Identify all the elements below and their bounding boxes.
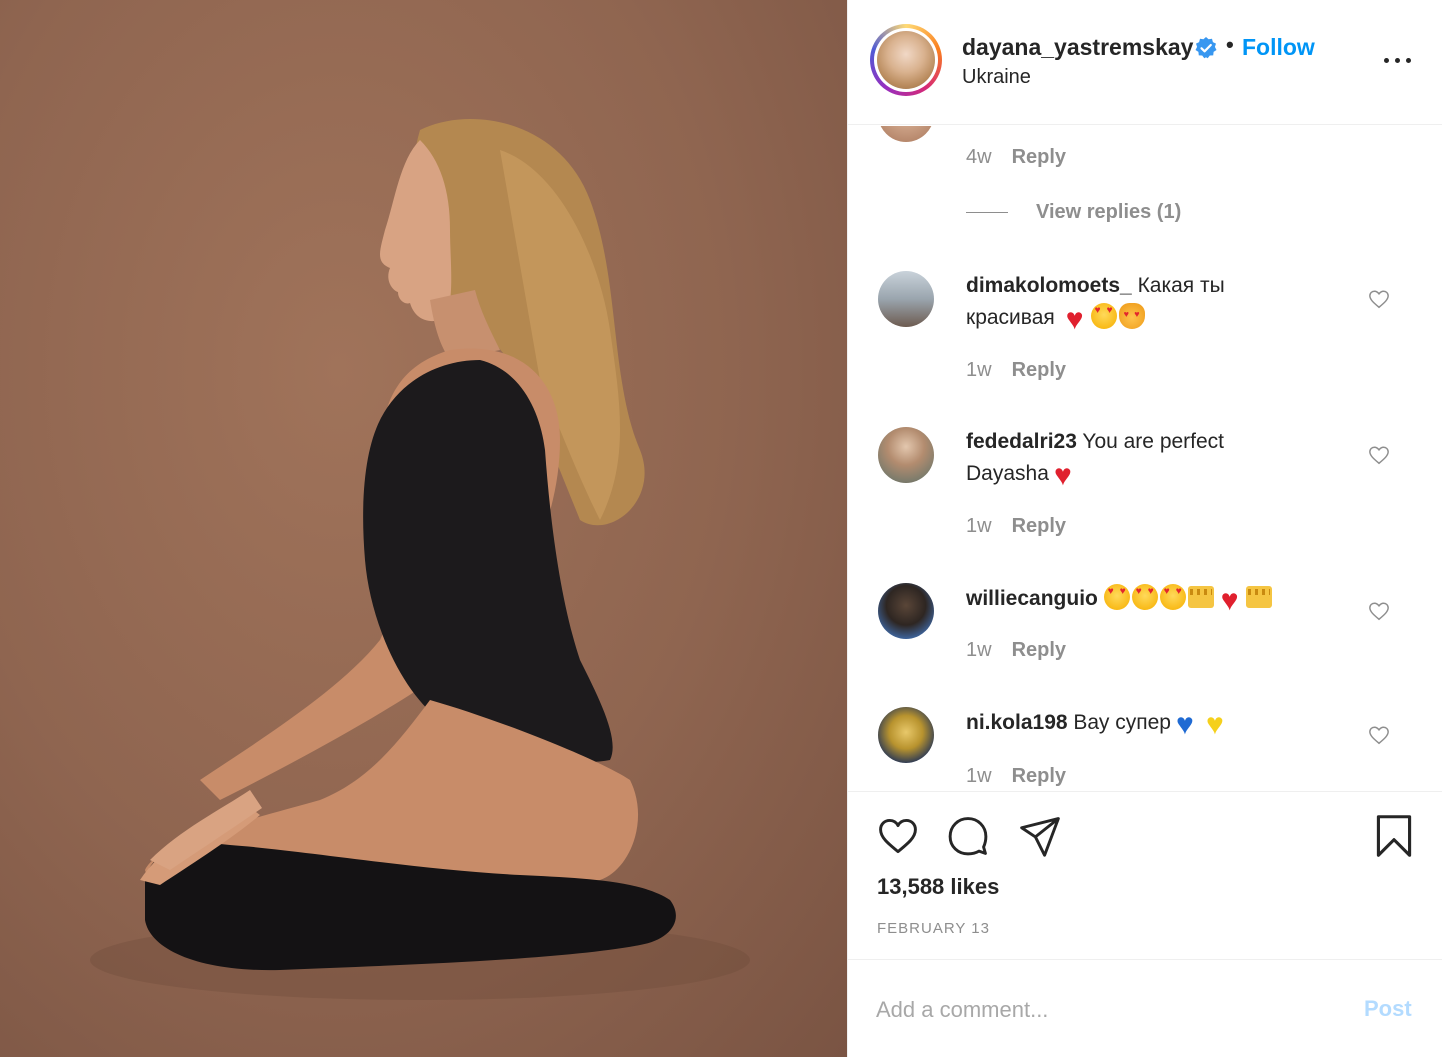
reply-button[interactable]: Reply (1012, 359, 1066, 381)
comment-text: ni.kola198 Вау супер ♥ ♥ (966, 707, 1286, 741)
commenter-avatar[interactable] (878, 271, 934, 327)
likes-count[interactable]: 13,588 likes (877, 874, 999, 900)
share-send-icon[interactable] (1018, 814, 1062, 858)
author-avatar[interactable] (870, 24, 942, 96)
heart-eyes-emoji (1103, 584, 1130, 610)
comment-age: 4w (966, 146, 992, 168)
yellow-heart-emoji: ♥ (1206, 708, 1224, 741)
more-options-icon[interactable] (1380, 44, 1416, 74)
heart-eyes-emoji (1131, 584, 1158, 610)
post-location[interactable]: Ukraine (962, 66, 1031, 89)
heart-eyes-emoji (1090, 303, 1117, 329)
commenter-username[interactable]: williecanguio (966, 587, 1098, 610)
reply-button[interactable]: Reply (1012, 146, 1066, 168)
comment-meta: 1w Reply (966, 359, 1066, 382)
comment-text: williecanguio ♥ (966, 583, 1346, 617)
commenter-avatar[interactable] (878, 126, 934, 142)
comment-bubble-icon[interactable] (946, 814, 990, 858)
heart-eyes-cat-emoji (1118, 303, 1145, 329)
comment-meta: 1w Reply (966, 515, 1066, 538)
red-heart-emoji: ♥ (1065, 303, 1084, 336)
comment-age: 1w (966, 765, 992, 787)
crown-emoji (1187, 586, 1214, 608)
commenter-username[interactable]: fededalri23 (966, 430, 1077, 453)
like-comment-heart-icon[interactable] (1368, 600, 1390, 622)
comment-meta: 1w Reply (966, 639, 1066, 662)
post-date[interactable]: FEBRUARY 13 (877, 920, 990, 937)
red-heart-emoji: ♥ (1053, 459, 1072, 492)
add-comment-input[interactable] (876, 990, 1346, 1030)
post-photo[interactable] (0, 0, 847, 1057)
verified-badge-icon (1195, 37, 1217, 59)
red-heart-emoji: ♥ (1220, 584, 1239, 617)
like-comment-heart-icon[interactable] (1368, 288, 1390, 310)
reply-button[interactable]: Reply (1012, 765, 1066, 787)
commenter-username[interactable]: ni.kola198 (966, 711, 1068, 734)
post-actions: 13,588 likes FEBRUARY 13 (848, 791, 1442, 959)
view-replies-label: View replies (1) (1036, 201, 1182, 223)
post-photo-illustration (90, 118, 750, 1000)
blue-heart-emoji: ♥ (1176, 708, 1194, 741)
commenter-username[interactable]: dimakolomoets_ (966, 274, 1132, 297)
add-comment-bar: Post (848, 959, 1442, 1057)
post-header: dayana_yastremskay • Follow Ukraine (848, 0, 1442, 125)
comments-list[interactable]: 4w Reply View replies (1) dimakolomoets_ … (848, 126, 1442, 791)
commenter-avatar[interactable] (878, 707, 934, 763)
commenter-avatar[interactable] (878, 427, 934, 483)
comment-meta: 1w Reply (966, 765, 1066, 788)
divider-line (966, 212, 1008, 214)
comment-age: 1w (966, 359, 992, 381)
comment-text: dimakolomoets_ Какая ты красивая ♥ (966, 270, 1286, 336)
reply-button[interactable]: Reply (1012, 515, 1066, 537)
heart-eyes-emoji (1159, 584, 1186, 610)
reply-button[interactable]: Reply (1012, 639, 1066, 661)
comment-age: 1w (966, 639, 992, 661)
like-heart-icon[interactable] (876, 814, 920, 858)
comment-meta: 4w Reply (966, 146, 1066, 169)
post-side-panel: dayana_yastremskay • Follow Ukraine 4w Re… (847, 0, 1442, 1057)
comment-text: fededalri23 You are perfect Dayasha ♥ (966, 426, 1286, 492)
comment-body: Вау супер (1073, 711, 1171, 734)
commenter-avatar[interactable] (878, 583, 934, 639)
like-comment-heart-icon[interactable] (1368, 444, 1390, 466)
author-username[interactable]: dayana_yastremskay (962, 34, 1193, 61)
crown-emoji (1245, 586, 1272, 608)
save-bookmark-icon[interactable] (1372, 814, 1416, 858)
view-replies-button[interactable]: View replies (1) (966, 201, 1181, 224)
post-comment-button[interactable]: Post (1364, 996, 1412, 1022)
follow-button[interactable]: Follow (1242, 34, 1315, 61)
like-comment-heart-icon[interactable] (1368, 724, 1390, 746)
header-separator: • (1226, 32, 1234, 57)
comment-age: 1w (966, 515, 992, 537)
